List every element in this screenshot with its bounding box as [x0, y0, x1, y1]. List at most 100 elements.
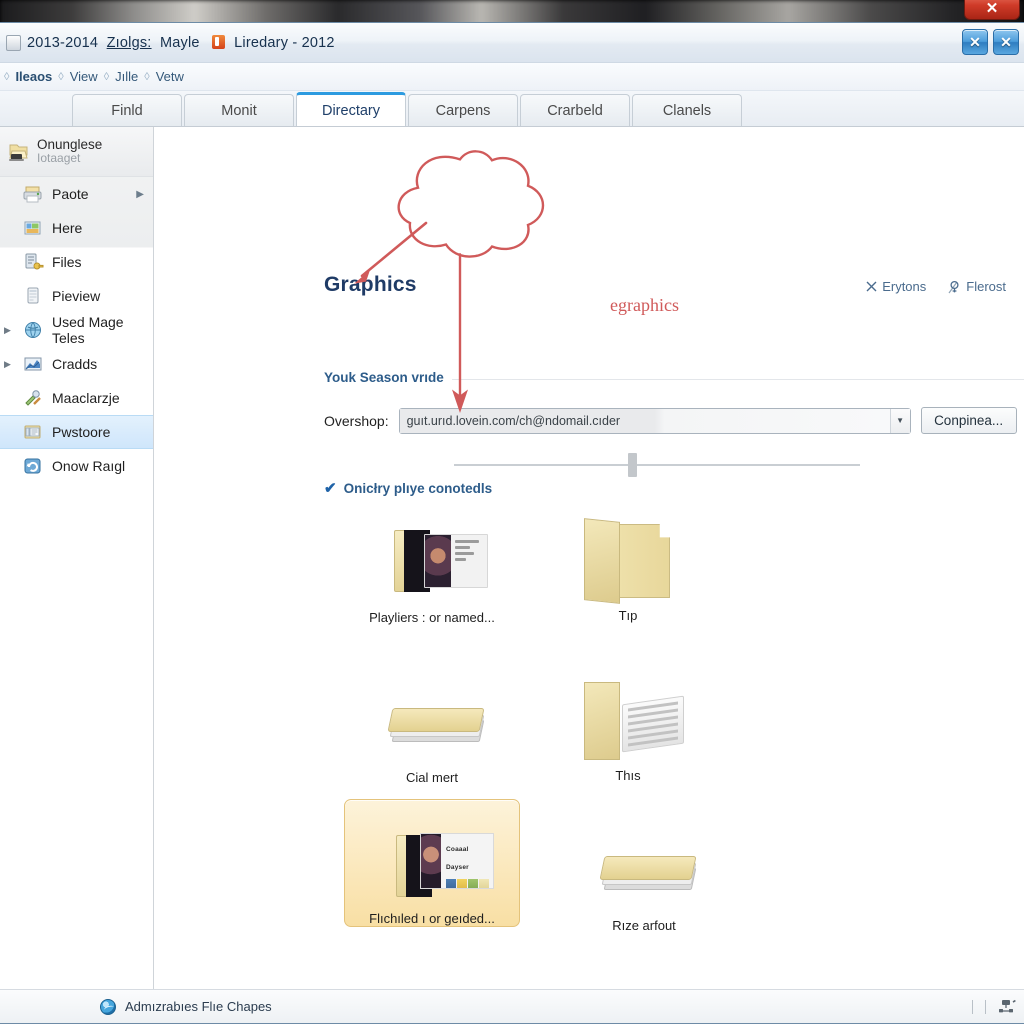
menu-item-vetw[interactable]: Vetw [154, 69, 186, 84]
media-card-title: Coaaal Dayser [446, 846, 469, 871]
grid-item-flichiled-selected[interactable]: Coaaal Dayser Flıchıled ı or geıded... [344, 799, 520, 927]
chevron-icon-3: ◊ [144, 70, 150, 83]
folder-open-empty-icon [570, 518, 686, 602]
sidebar-header[interactable]: Onunglese Iotaaget [0, 127, 153, 177]
section-label: Youk Season vrıde [324, 370, 452, 385]
breadcrumb: ◊ Ileaos ◊ View ◊ Jılle ◊ Vetw [0, 63, 1024, 91]
refresh-icon [22, 456, 44, 476]
sidebar-item-pwstoore[interactable]: Pwstoore [0, 415, 153, 449]
picture-icon [22, 218, 44, 238]
close-x-icon [866, 281, 877, 292]
sidebar-item-label-cradds: Cradds [52, 356, 98, 372]
tab-clanels[interactable]: Clanels [632, 94, 742, 126]
menu-item-jille[interactable]: Jılle [113, 69, 140, 84]
grid-item-caption-flichiled: Flıchıled ı or geıded... [369, 911, 495, 926]
restore-button[interactable]: ✕ [962, 29, 988, 55]
overshop-combobox[interactable]: guıt.urıd.lovein.com/ch@ndomail.cıder ▼ [398, 407, 911, 434]
globe-icon [22, 320, 44, 340]
onicry-checkbox[interactable]: ✔ Onicłry plıye conotedls [324, 481, 492, 496]
sidebar-item-paote[interactable]: Paote ▶ [0, 177, 153, 211]
menu-item-view[interactable]: View [68, 69, 100, 84]
close-button[interactable]: ✕ [993, 29, 1019, 55]
tab-directary[interactable]: Directary [296, 92, 406, 126]
key-icon [948, 280, 959, 293]
title-part-third: Liredary - 2012 [234, 34, 335, 51]
sidebar-item-maaclarzje[interactable]: Maaclarzje [0, 381, 153, 415]
window-title: 2013-2014 Zıolgs: Mayle Liredary - 2012 [27, 34, 335, 51]
sidebar-item-label-onow-raigl: Onow Raıgl [52, 458, 126, 474]
chevron-icon-1: ◊ [58, 70, 64, 83]
grid-item-caption-this: Thıs [615, 768, 641, 783]
grid-item-playliers[interactable]: Playliers : or named... [346, 505, 518, 625]
status-bar: Admızrabıes Flıe Chapes [0, 989, 1024, 1023]
sidebar-header-subtitle: Iotaaget [37, 151, 81, 166]
preview-icon [22, 286, 44, 306]
combo-label: Overshop: [324, 412, 389, 429]
header-link-erytons[interactable]: Erytons [866, 279, 926, 294]
sidebar-item-pieview[interactable]: Pieview [0, 279, 153, 313]
folder-open-documents-icon [570, 678, 686, 762]
chevron-down-icon[interactable]: ▼ [889, 408, 910, 433]
menu-item-ileaos[interactable]: Ileaos [13, 69, 54, 84]
grid-item-cial-mert[interactable]: Cial mert [346, 665, 518, 785]
status-text: Admızrabıes Flıe Chapes [125, 999, 272, 1014]
grid-item-tip[interactable]: Tıp [542, 503, 714, 623]
header-link-label-flerost: Flerost [966, 279, 1006, 294]
grid-item-this[interactable]: Thıs [542, 663, 714, 783]
sidebar-item-here[interactable]: Here [0, 211, 153, 245]
header-link-flerost[interactable]: Flerost [948, 279, 1006, 294]
chevron-icon-0: ◊ [4, 70, 10, 83]
sidebar-header-texts: Onunglese Iotaaget [37, 137, 102, 166]
tab-bar: Finld Monit Directary Carpens Crarbeld C… [0, 91, 1024, 127]
sidebar-header-title: Onunglese [37, 136, 103, 152]
status-bar-right [972, 999, 1016, 1014]
grid-item-caption-cial-mert: Cial mert [405, 770, 458, 785]
folder-with-document-preview-icon [374, 520, 490, 604]
view-size-slider-thumb[interactable] [628, 453, 637, 477]
globe-status-icon [100, 998, 116, 1015]
grid-item-caption-rize-arfout: Rıze arfout [612, 918, 676, 933]
tab-finld[interactable]: Finld [72, 94, 182, 126]
tab-monit[interactable]: Monit [184, 94, 294, 126]
sidebar-item-label-here: Here [52, 220, 83, 236]
header-link-label-erytons: Erytons [882, 279, 927, 294]
tab-crarbeld[interactable]: Crarbeld [520, 94, 630, 126]
tools-icon [22, 388, 44, 408]
view-size-slider-track[interactable] [454, 464, 860, 466]
folder-stack-closed-icon [374, 680, 490, 764]
firefox-icon [211, 34, 225, 49]
combo-row: Overshop: guıt.urıd.lovein.com/ch@ndomai… [324, 407, 1017, 434]
conpinea-button[interactable]: Conpinea... [920, 407, 1017, 434]
app-icon [6, 34, 21, 51]
header-links: Erytons Flerost [866, 279, 1006, 294]
sidebar-item-cradds[interactable]: ▶ Cradds [0, 347, 153, 381]
page-title: Graphics [324, 273, 417, 296]
chevron-icon-2: ◊ [103, 70, 110, 83]
expander-icon-used-mage-teles[interactable]: ▶ [4, 325, 14, 335]
application-window: 2013-2014 Zıolgs: Mayle Liredary - 2012 … [0, 22, 1024, 1024]
network-icon[interactable] [998, 999, 1016, 1014]
sidebar-item-onow-raigl[interactable]: Onow Raıgl [0, 449, 153, 483]
title-part-underlined: Zıolgs: [106, 34, 152, 51]
grid-item-caption-playliers: Playliers : or named... [369, 610, 495, 625]
checkmark-icon: ✔ [324, 480, 337, 497]
annotation-label: egraphics [610, 295, 679, 315]
window-body: Onunglese Iotaaget Paote ▶ Here Files Pi… [0, 127, 1024, 989]
printer-icon [22, 184, 44, 204]
chart-icon [22, 354, 44, 374]
sidebar-item-label-paote: Paote [52, 186, 89, 202]
folder-laptop-icon [8, 142, 30, 162]
window-controls: ✕ ✕ [962, 29, 1019, 55]
background-window-close-button[interactable]: ✕ [964, 0, 1020, 20]
sidebar-item-files[interactable]: Files [0, 245, 153, 279]
grid-item-rize-arfout[interactable]: Rıze arfout [558, 813, 730, 933]
folder-with-media-card-icon: Coaaal Dayser [374, 821, 494, 905]
overshop-combobox-value: guıt.urıd.lovein.com/ch@ndomail.cıder [399, 408, 890, 433]
expander-icon-cradds[interactable]: ▶ [4, 359, 14, 369]
title-part-second: Mayle [160, 34, 200, 51]
sidebar: Onunglese Iotaaget Paote ▶ Here Files Pi… [0, 127, 154, 989]
tab-carpens[interactable]: Carpens [408, 94, 518, 126]
folder-stack-closed-icon-2 [586, 828, 702, 912]
files-key-icon [22, 252, 44, 272]
sidebar-item-used-mage-teles[interactable]: ▶ Used Mage Teles [0, 313, 153, 347]
